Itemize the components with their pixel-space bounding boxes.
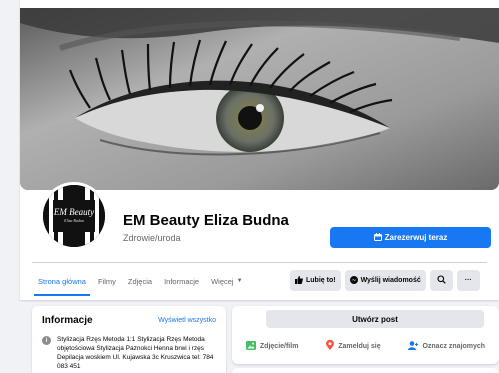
book-now-label: Zarezerwuj teraz [384,233,448,242]
create-post-card: Utwórz post Zdjęcie/film Zamelduj się Oz… [232,306,499,364]
tab-videos-label: Filmy [97,276,116,286]
cover-eye-image [20,8,499,190]
info-card-title: Informacje [42,315,93,326]
avatar[interactable]: EM Beauty Eliza Budna [40,182,108,250]
facebook-page: EM Beauty Eliza Budna EM Beauty Eliza Bu… [20,0,499,373]
info-description: Stylizacja Rzęs Metoda 1:1 Stylizacja Rz… [57,336,214,370]
location-pin-icon [326,339,335,352]
info-icon: i [42,336,51,345]
more-options-button[interactable]: ··· [456,270,480,291]
search-button[interactable] [429,270,453,291]
messenger-icon [349,275,358,286]
check-in-button[interactable]: Zamelduj się [326,339,381,352]
page-title[interactable]: EM Beauty Eliza Budna [123,212,289,229]
chevron-down-icon: ▼ [236,278,243,284]
like-button[interactable]: Lubię to! [290,270,341,291]
page-actions: Lubię to! Wyślij wiadomość ··· [290,270,480,291]
avatar-logo: EM Beauty Eliza Budna [43,185,105,247]
page-tabs: Strona główna Filmy Zdjęcia Informacje W… [32,266,332,296]
send-message-button[interactable]: Wyślij wiadomość [344,270,426,291]
calendar-icon [373,232,382,243]
tab-videos[interactable]: Filmy [92,266,122,296]
more-icon: ··· [464,277,472,284]
see-all-link[interactable]: Wyświetl wszystko [158,317,216,324]
photo-video-button[interactable]: Zdjęcie/film [245,340,299,352]
avatar-logo-subtext: Eliza Budna [64,218,84,223]
info-card: Informacje Wyświetl wszystko i Stylizacj… [32,306,226,373]
photo-video-label: Zdjęcie/film [259,342,299,350]
tag-friends-icon [408,340,419,352]
tab-about-label: Informacje [164,276,200,286]
tab-about[interactable]: Informacje [158,266,205,296]
book-now-button[interactable]: Zarezerwuj teraz [330,227,491,248]
next-post-card [232,368,499,373]
profile-row: EM Beauty Eliza Budna EM Beauty Eliza Bu… [20,182,499,262]
tab-home-label: Strona główna [38,276,86,286]
avatar-logo-text: EM Beauty [53,207,95,217]
thumbs-up-icon [295,275,303,286]
header-divider [32,262,487,263]
like-label: Lubię to! [306,277,336,284]
create-post-actions: Zdjęcie/film Zamelduj się Oznacz znajomy… [232,336,499,356]
send-message-label: Wyślij wiadomość [360,277,421,284]
photo-icon [245,340,256,352]
check-in-label: Zamelduj się [338,342,381,350]
cover-photo[interactable] [20,8,499,190]
search-icon [437,275,446,286]
tab-photos-label: Zdjęcia [127,276,153,286]
tab-photos[interactable]: Zdjęcia [122,266,158,296]
page-header-card: EM Beauty Eliza Budna EM Beauty Eliza Bu… [20,0,499,300]
tag-friends-button[interactable]: Oznacz znajomych [408,340,486,352]
tab-more-label: Więcej [211,276,234,286]
create-post-button[interactable]: Utwórz post [266,310,484,328]
tab-home[interactable]: Strona główna [32,266,92,296]
tag-friends-label: Oznacz znajomych [422,342,486,350]
page-category[interactable]: Zdrowie/uroda [123,233,181,243]
tab-more[interactable]: Więcej ▼ [205,266,248,296]
